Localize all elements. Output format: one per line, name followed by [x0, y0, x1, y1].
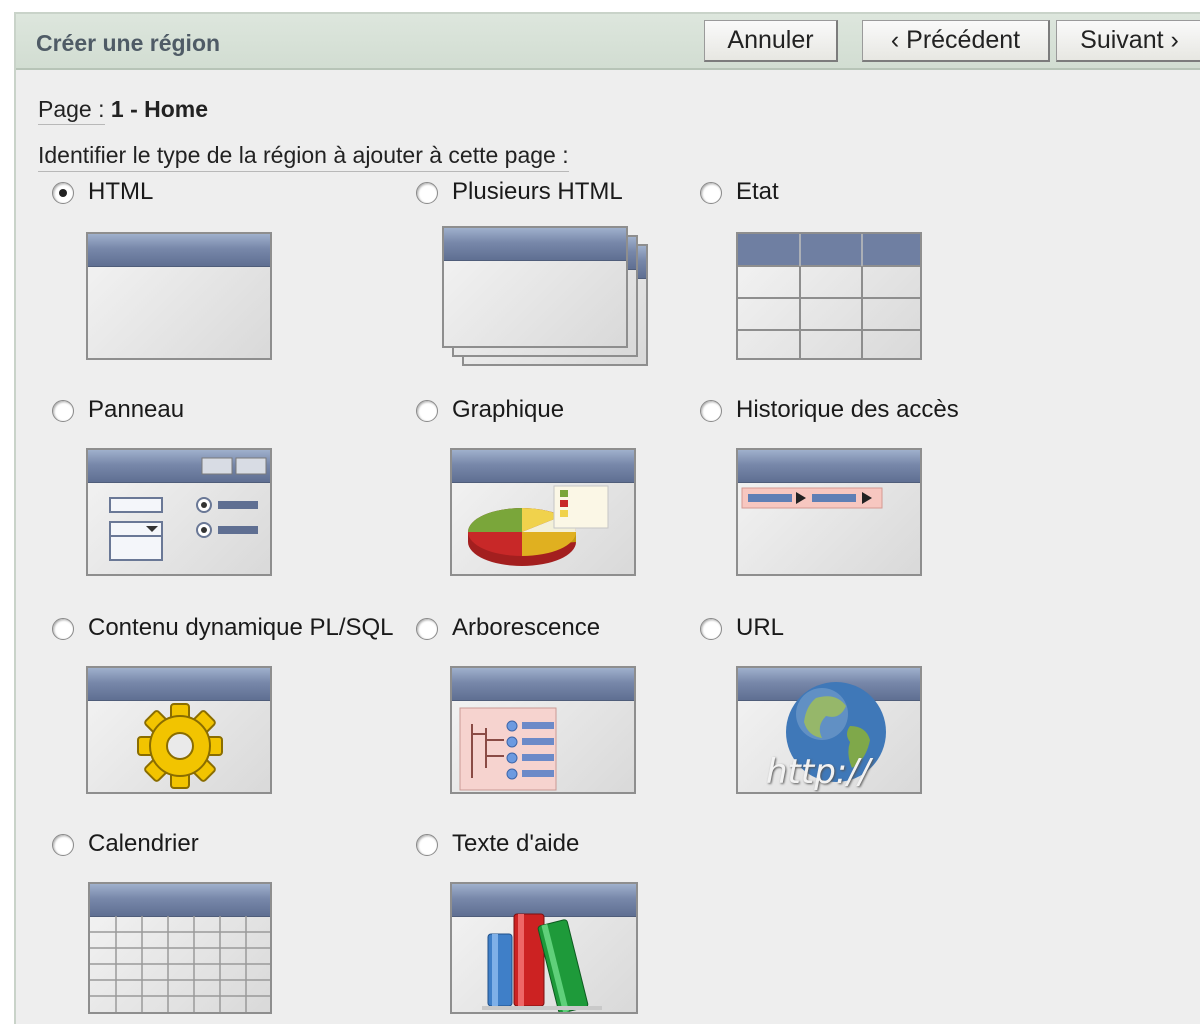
wizard-header: Créer une région Annuler ‹ Précédent Sui… — [16, 14, 1200, 70]
next-button[interactable]: Suivant › — [1056, 20, 1200, 62]
option-label: HTML — [88, 178, 154, 205]
gear-icon[interactable] — [86, 666, 272, 794]
page-info: Page : 1 - Home — [38, 96, 209, 125]
option-label: Plusieurs HTML — [452, 178, 623, 205]
option-label: Historique des accès — [736, 396, 959, 423]
option-label: Arborescence — [452, 614, 601, 641]
page-label: Page : — [38, 96, 105, 125]
option-label: Panneau — [88, 396, 185, 423]
page-title: Créer une région — [36, 30, 221, 56]
books-graphic — [482, 913, 602, 1012]
globe-url-icon[interactable]: http:// — [736, 666, 922, 794]
cancel-button[interactable]: Annuler — [704, 20, 838, 62]
radio-url[interactable] — [700, 618, 722, 640]
radio-report[interactable] — [700, 182, 722, 204]
radio-help-text[interactable] — [416, 834, 438, 856]
stack-layer-1 — [442, 226, 628, 348]
pie-chart-icon[interactable] — [450, 448, 636, 576]
option-label: Graphique — [452, 396, 565, 423]
option-label: Contenu dynamique PL/SQL — [88, 614, 394, 641]
multiple-html-icon[interactable] — [442, 226, 652, 372]
form-controls-graphic — [109, 457, 267, 561]
breadcrumb-icon[interactable] — [736, 448, 922, 576]
tree-icon[interactable] — [450, 666, 636, 794]
tree-graphic — [459, 707, 557, 791]
html-region-icon[interactable] — [86, 232, 272, 360]
region-type-prompt: Identifier le type de la région à ajoute… — [38, 142, 569, 172]
radio-plsql-dynamic[interactable] — [52, 618, 74, 640]
radio-html[interactable] — [52, 182, 74, 204]
option-label: Texte d'aide — [452, 830, 580, 857]
title-bar — [88, 234, 270, 267]
calendar-grid-icon[interactable] — [88, 882, 272, 1014]
previous-button[interactable]: ‹ Précédent — [862, 20, 1050, 62]
radio-calendar[interactable] — [52, 834, 74, 856]
report-grid-graphic — [738, 234, 920, 358]
radio-tree[interactable] — [416, 618, 438, 640]
calendar-grid-graphic — [90, 916, 270, 1012]
books-icon[interactable] — [450, 882, 638, 1014]
page-value: 1 - Home — [110, 96, 209, 122]
create-region-panel: Créer une région Annuler ‹ Précédent Sui… — [14, 12, 1200, 1024]
radio-breadcrumb[interactable] — [700, 400, 722, 422]
radio-chart[interactable] — [416, 400, 438, 422]
url-text: http:// — [766, 752, 871, 792]
option-label: URL — [736, 614, 785, 641]
radio-panel[interactable] — [52, 400, 74, 422]
pie-graphic — [468, 485, 609, 566]
breadcrumb-graphic — [741, 487, 883, 509]
option-label: Calendrier — [88, 830, 199, 857]
gear-graphic — [137, 703, 223, 789]
radio-multiple-html[interactable] — [416, 182, 438, 204]
report-table-icon[interactable] — [736, 232, 922, 360]
option-label: Etat — [736, 178, 779, 205]
form-panel-icon[interactable] — [86, 448, 272, 576]
